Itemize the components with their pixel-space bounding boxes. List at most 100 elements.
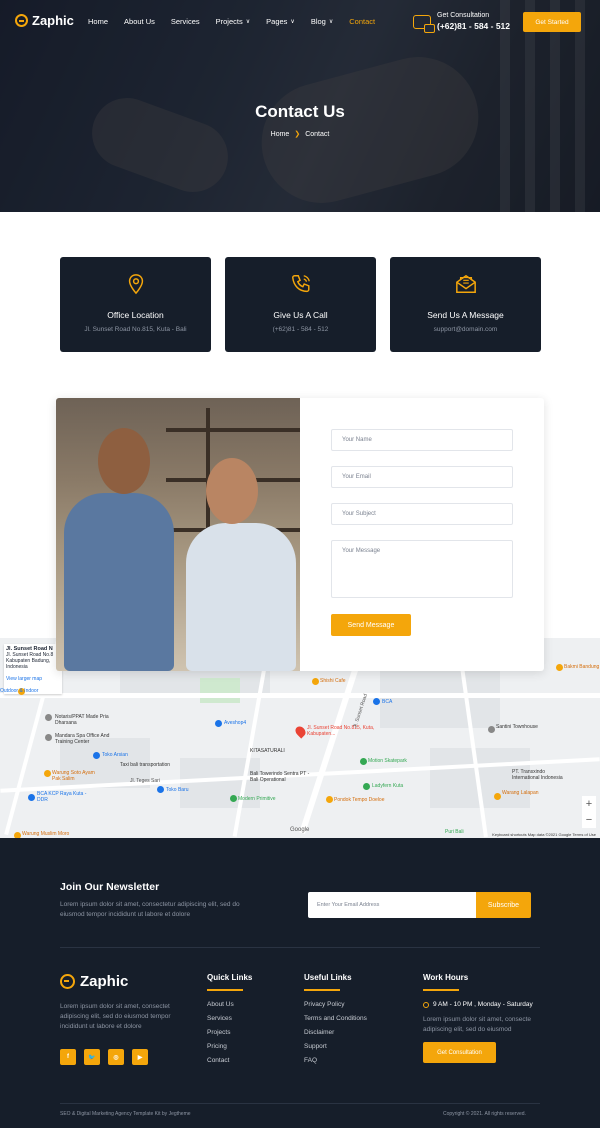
- info-card-location: Office Location Jl. Sunset Road No.815, …: [60, 257, 211, 352]
- instagram-icon[interactable]: ◎: [108, 1049, 124, 1065]
- map-pin-icon: [128, 274, 143, 295]
- subscribe-button[interactable]: Subscribe: [476, 892, 531, 918]
- nav-blog[interactable]: Blog ∨: [311, 17, 333, 26]
- info-card-text: (+62)81 - 584 - 512: [272, 326, 329, 333]
- mail-icon: [455, 274, 476, 293]
- info-card-call: Give Us A Call (+62)81 - 584 - 512: [225, 257, 376, 352]
- chevron-down-icon: ∨: [290, 19, 295, 25]
- footer-link[interactable]: Terms and Conditions: [304, 1015, 367, 1022]
- newsletter-text: Lorem ipsum dolor sit amet, consectetur …: [60, 901, 240, 918]
- heading-underline: [207, 989, 243, 991]
- map-place-icon: [230, 795, 237, 802]
- chat-icon: [413, 14, 435, 33]
- map-place-label: Pondok Tempo Doeloe: [334, 797, 385, 803]
- map-place-label: Toko Baru: [166, 787, 189, 793]
- get-started-button[interactable]: Get Started: [523, 12, 581, 32]
- map-place-label: Toko Arsian: [102, 752, 128, 758]
- team-photo: [56, 398, 300, 671]
- map-attribution[interactable]: Keyboard shortcuts Map data ©2021 Google…: [492, 832, 596, 837]
- hero-banner: Zaphic Home About Us Services Projects ∨ …: [0, 0, 600, 212]
- twitter-icon[interactable]: 🐦: [84, 1049, 100, 1065]
- map-info-line: Indonesia: [6, 664, 28, 670]
- nav-services[interactable]: Services: [171, 17, 200, 26]
- heading-underline: [423, 989, 459, 991]
- nav-label: Blog: [310, 17, 326, 26]
- footer-link[interactable]: Pricing: [207, 1043, 252, 1050]
- nav-label: Pages: [266, 17, 288, 26]
- social-links: f 🐦 ◎ ▶: [60, 1049, 148, 1065]
- name-input[interactable]: Your Name: [331, 429, 513, 451]
- info-cards: Office Location Jl. Sunset Road No.815, …: [60, 257, 541, 352]
- footer-link[interactable]: FAQ: [304, 1057, 367, 1064]
- logo-text: Zaphic: [32, 13, 74, 28]
- message-textarea[interactable]: Your Message: [331, 540, 513, 598]
- map-road-label: Jl. Teges Sari: [130, 778, 160, 784]
- consultation-phone: (+62)81 - 584 - 512: [437, 21, 511, 31]
- facebook-icon[interactable]: f: [60, 1049, 76, 1065]
- map-place-icon: [360, 758, 367, 765]
- nav-pages[interactable]: Pages ∨: [266, 17, 295, 26]
- heading-underline: [304, 989, 340, 991]
- footer-link[interactable]: Support: [304, 1043, 367, 1050]
- youtube-icon[interactable]: ▶: [132, 1049, 148, 1065]
- footer-link[interactable]: Projects: [207, 1029, 252, 1036]
- map-marker-icon[interactable]: [293, 724, 308, 739]
- footer-link[interactable]: Privacy Policy: [304, 1001, 367, 1008]
- map-road: [0, 693, 600, 698]
- map-place-label: Taxi bali transportation: [120, 762, 171, 768]
- map-place-icon: [93, 752, 100, 759]
- footer-link[interactable]: Services: [207, 1015, 252, 1022]
- site-logo[interactable]: Zaphic: [15, 13, 74, 28]
- logo-icon: [15, 14, 28, 27]
- view-larger-map-link[interactable]: View larger map: [6, 676, 60, 682]
- footer-link[interactable]: About Us: [207, 1001, 252, 1008]
- work-hours-title: Work Hours: [423, 973, 469, 982]
- map-place-label: Bakmi Bandung: [564, 664, 600, 670]
- map-place-label: Santini Townhouse: [496, 724, 538, 730]
- footer-divider: [60, 947, 540, 948]
- logo-text: Zaphic: [80, 973, 129, 990]
- logo-icon: [60, 974, 75, 989]
- footer-link[interactable]: Contact: [207, 1057, 252, 1064]
- nav-home[interactable]: Home: [88, 17, 108, 26]
- map-place-icon: [28, 794, 35, 801]
- newsletter-email-input[interactable]: Enter Your Email Address: [308, 892, 476, 918]
- subject-input[interactable]: Your Subject: [331, 503, 513, 525]
- map-place-label: Aveshop4: [224, 720, 247, 726]
- zoom-out-button[interactable]: −: [582, 812, 596, 828]
- map-place-label: BCA: [382, 699, 393, 705]
- work-hours-text: 9 AM - 10 PM , Monday - Saturday: [433, 1001, 533, 1008]
- map-place-label: Warang Lalapan: [502, 790, 539, 796]
- map-place-icon: [494, 793, 501, 800]
- map-place-label: Modern Primitive: [238, 796, 276, 802]
- work-hours-column: Work Hours 9 AM - 10 PM , Monday - Satur…: [423, 973, 541, 1063]
- map-place-icon: [326, 796, 333, 803]
- nav-about[interactable]: About Us: [124, 17, 155, 26]
- map-pin-label: Jl. Sunset Road No.815, Kuta, Kabupaten.…: [307, 725, 375, 737]
- nav-projects[interactable]: Projects ∨: [216, 17, 251, 26]
- consultation-contact[interactable]: Get Consultation (+62)81 - 584 - 512: [413, 12, 511, 33]
- quick-links-column: Quick Links About Us Services Projects P…: [207, 973, 252, 1071]
- get-consultation-button[interactable]: Get Consultation: [423, 1042, 496, 1063]
- useful-links-title: Useful Links: [304, 973, 352, 982]
- zoom-in-button[interactable]: +: [582, 796, 596, 812]
- page-title: Contact Us: [255, 102, 345, 121]
- send-message-button[interactable]: Send Message: [331, 614, 411, 636]
- footer-link[interactable]: Disclaimer: [304, 1029, 367, 1036]
- map-place-icon: [312, 678, 319, 685]
- info-card-text: Jl. Sunset Road No.815, Kuta - Bali: [84, 326, 187, 333]
- map-place-label: Puri Bali: [445, 829, 464, 835]
- main-menu: Home About Us Services Projects ∨ Pages ∨ …: [88, 17, 391, 26]
- map-place-icon: [215, 720, 222, 727]
- chevron-down-icon: ∨: [328, 19, 334, 25]
- footer-logo[interactable]: Zaphic: [60, 973, 128, 990]
- map-place-icon: [157, 786, 164, 793]
- nav-label: About Us: [124, 17, 155, 26]
- map-park: [200, 678, 240, 703]
- info-card-text: support@domain.com: [433, 326, 498, 333]
- breadcrumb-home[interactable]: Home: [271, 131, 290, 138]
- nav-contact[interactable]: Contact: [349, 17, 375, 26]
- google-logo: Google: [290, 827, 310, 833]
- email-input[interactable]: Your Email: [331, 466, 513, 488]
- map-place-label: Warung Soto Ayam Pak Salim: [52, 770, 95, 782]
